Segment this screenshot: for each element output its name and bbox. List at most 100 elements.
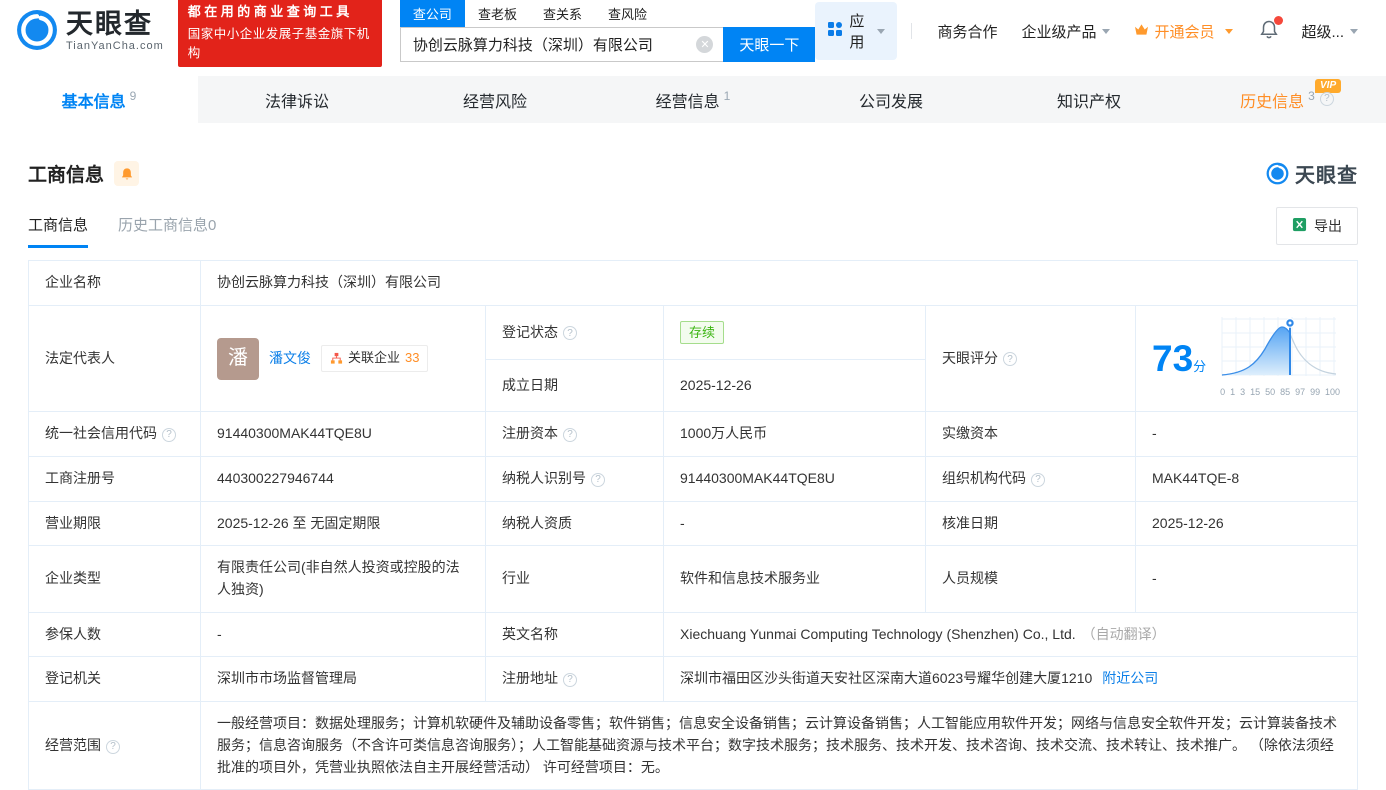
search-input[interactable] [399, 27, 724, 62]
legal-rep-link[interactable]: 潘文俊 [269, 348, 311, 370]
table-row: 企业名称 协创云脉算力科技（深圳）有限公司 [28, 260, 1358, 306]
tab-basic-info[interactable]: 基本信息 9 [0, 76, 198, 123]
search-tab-company[interactable]: 查公司 [399, 0, 465, 27]
reg-capital-value: 1000万人民币 [663, 411, 926, 457]
status-badge: 存续 [680, 320, 725, 345]
help-icon[interactable] [563, 428, 577, 443]
chevron-down-icon [876, 28, 885, 34]
search-tab-relation[interactable]: 查关系 [530, 0, 595, 27]
reg-authority-label: 登记机关 [28, 656, 201, 703]
business-info-table: 企业名称 协创云脉算力科技（深圳）有限公司 法定代表人 潘 潘文俊 关联企业 3… [28, 260, 1358, 790]
business-term-value: 2025-12-26 至 无固定期限 [200, 500, 486, 547]
reg-address-label: 注册地址 [485, 656, 664, 703]
table-row: 营业期限 2025-12-26 至 无固定期限 纳税人资质 - 核准日期 202… [28, 500, 1358, 547]
tab-history-info[interactable]: VIP 历史信息 3 [1188, 76, 1386, 123]
help-icon[interactable] [591, 472, 605, 487]
apps-label: 应用 [849, 13, 865, 51]
tab-operation-info[interactable]: 经营信息 1 [594, 76, 792, 123]
approval-date-label: 核准日期 [925, 500, 1136, 547]
credit-code-value: 91440300MAK44TQE8U [200, 411, 486, 457]
taxpayer-quality-value: - [663, 500, 926, 547]
tianyancha-logo[interactable]: 天眼查 TianYanCha.com [16, 9, 164, 54]
help-icon[interactable] [1319, 91, 1334, 106]
logo-title: 天眼查 [66, 8, 153, 39]
industry-value: 软件和信息技术服务业 [663, 545, 926, 613]
staff-size-value: - [1135, 545, 1358, 613]
section-title: 工商信息 [28, 165, 105, 186]
watermark-logo-icon [1266, 162, 1289, 185]
export-button[interactable]: 导出 [1276, 207, 1358, 245]
approval-date-value: 2025-12-26 [1135, 500, 1358, 547]
company-name-value: 协创云脉算力科技（深圳）有限公司 [200, 260, 1358, 306]
reg-status-value: 存续 [663, 304, 926, 361]
score-axis-ticks: 0 1 3 15 50 85 97 99 100 [1220, 387, 1341, 398]
business-scope-label: 经营范围 [28, 701, 201, 790]
nav-enterprise-products[interactable]: 企业级产品 [1021, 21, 1111, 42]
org-code-value: MAK44TQE-8 [1135, 456, 1358, 502]
help-icon[interactable] [1003, 352, 1017, 367]
nav-business-cooperation[interactable]: 商务合作 [937, 21, 997, 42]
taxpayer-id-label: 纳税人识别号 [485, 456, 664, 502]
chevron-down-icon [1350, 28, 1358, 34]
chevron-down-icon [1102, 28, 1111, 34]
tab-legal-proceedings[interactable]: 法律诉讼 [198, 76, 396, 123]
score-distribution-chart: 0 1 3 15 50 85 97 99 100 [1220, 316, 1341, 401]
company-type-value: 有限责任公司(非自然人投资或控股的法人独资) [200, 545, 486, 613]
est-date-label: 成立日期 [485, 359, 664, 413]
vip-badge: VIP [1315, 79, 1342, 93]
reg-address-value: 深圳市福田区沙头街道天安社区深南大道6023号耀华创建大厦1210 附近公司 [663, 656, 1358, 703]
subtab-business-info[interactable]: 工商信息 [28, 214, 89, 248]
business-scope-value: 一般经营项目：数据处理服务；计算机软硬件及辅助设备零售；软件销售；信息安全设备销… [200, 701, 1358, 790]
staff-size-label: 人员规模 [925, 545, 1136, 613]
crown-icon [1134, 23, 1149, 40]
score-label: 天眼评分 [925, 304, 1136, 413]
reg-number-label: 工商注册号 [28, 456, 201, 502]
apps-grid-icon [827, 21, 843, 41]
score-value: 73分 0 1 3 15 50 85 97 99 100 [1135, 304, 1358, 413]
related-companies-badge[interactable]: 关联企业 33 [321, 345, 429, 372]
nav-super-vip[interactable]: 超级... [1301, 21, 1358, 42]
tab-operation-risk[interactable]: 经营风险 [396, 76, 594, 123]
slogan-banner: 都在用的商业查询工具 国家中小企业发展子基金旗下机构 [177, 0, 382, 67]
nav-open-vip[interactable]: 开通会员 [1134, 21, 1234, 42]
company-name-label: 企业名称 [28, 260, 201, 306]
top-header: 天眼查 TianYanCha.com 都在用的商业查询工具 国家中小企业发展子基… [0, 0, 1386, 67]
subtab-history-business-info[interactable]: 历史工商信息0 [118, 214, 216, 248]
help-icon[interactable] [563, 673, 577, 688]
search-tab-boss[interactable]: 查老板 [465, 0, 530, 27]
est-date-value: 2025-12-26 [663, 359, 926, 413]
notification-dot [1274, 16, 1284, 25]
chevron-down-icon [1225, 28, 1234, 34]
reg-number-value: 440300227946744 [200, 456, 486, 502]
tab-company-development[interactable]: 公司发展 [792, 76, 990, 123]
org-chart-icon [330, 352, 343, 364]
help-icon[interactable] [1031, 472, 1045, 487]
english-name-value: Xiechuang Yunmai Computing Technology (S… [663, 611, 1358, 658]
legal-rep-label: 法定代表人 [28, 304, 201, 413]
top-nav: 应用 商务合作 企业级产品 开通会员 超级... [815, 2, 1370, 60]
search-tab-risk[interactable]: 查风险 [595, 0, 660, 27]
slogan-line1: 都在用的商业查询工具 [187, 4, 353, 19]
english-name-label: 英文名称 [485, 611, 664, 658]
help-icon[interactable] [106, 739, 120, 754]
paid-capital-label: 实缴资本 [925, 411, 1136, 457]
table-row: 登记机关 深圳市市场监督管理局 注册地址 深圳市福田区沙头街道天安社区深南大道6… [28, 656, 1358, 703]
score-number: 73 [1152, 337, 1194, 379]
help-icon[interactable] [563, 326, 577, 341]
nearby-companies-link[interactable]: 附近公司 [1102, 670, 1158, 686]
monitor-bell-icon[interactable] [114, 161, 140, 186]
reg-status-label: 登记状态 [485, 304, 664, 361]
org-code-label: 组织机构代码 [925, 456, 1136, 502]
legal-rep-avatar[interactable]: 潘 [217, 337, 259, 380]
logo-domain: TianYanCha.com [66, 39, 164, 52]
tab-intellectual-property[interactable]: 知识产权 [990, 76, 1188, 123]
table-row: 统一社会信用代码 91440300MAK44TQE8U 注册资本 1000万人民… [28, 411, 1358, 457]
apps-menu-button[interactable]: 应用 [815, 2, 897, 60]
notification-bell-icon[interactable] [1259, 16, 1284, 43]
search-submit-button[interactable]: 天眼一下 [723, 27, 816, 62]
auto-translate-note: （自动翻译） [1081, 625, 1166, 642]
table-row: 企业类型 有限责任公司(非自然人投资或控股的法人独资) 行业 软件和信息技术服务… [28, 545, 1358, 613]
help-icon[interactable] [162, 428, 176, 443]
reg-authority-value: 深圳市市场监督管理局 [200, 656, 486, 703]
taxpayer-quality-label: 纳税人资质 [485, 500, 664, 547]
